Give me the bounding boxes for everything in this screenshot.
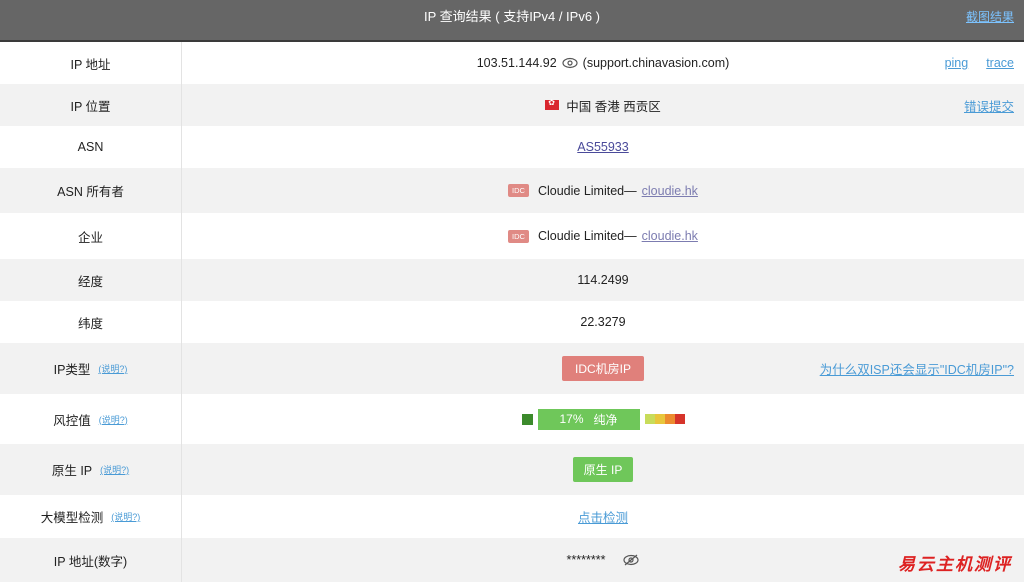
location-value: 中国 香港 西贡区 bbox=[566, 99, 661, 114]
risk-score-bar: 17% 纯净 bbox=[537, 408, 640, 430]
row-asn-owner: ASN 所有者 IDC Cloudie Limited— cloudie.hk bbox=[0, 168, 1024, 213]
trace-link[interactable]: trace bbox=[986, 56, 1014, 70]
row-label: IP类型 bbox=[53, 363, 91, 377]
row-ip-address: IP 地址 103.51.144.92 (support.chinavasion… bbox=[0, 42, 1024, 84]
click-detect-link[interactable]: 点击检测 bbox=[578, 507, 628, 526]
row-label: 纬度 bbox=[0, 301, 182, 343]
row-llm-detect: 大模型检测 (说明?) 点击检测 bbox=[0, 495, 1024, 538]
help-link[interactable]: (说明?) bbox=[99, 413, 128, 426]
report-error-link[interactable]: 错误提交 bbox=[964, 96, 1014, 115]
company-domain-link[interactable]: cloudie.hk bbox=[642, 229, 698, 243]
row-label: 大模型检测 bbox=[40, 511, 104, 525]
idc-badge: IDC bbox=[508, 229, 529, 243]
why-idc-link[interactable]: 为什么双ISP还会显示"IDC机房IP"? bbox=[820, 359, 1014, 378]
idc-badge: IDC bbox=[508, 184, 529, 197]
row-label: 经度 bbox=[0, 259, 182, 301]
help-link[interactable]: (说明?) bbox=[98, 362, 127, 375]
ping-link[interactable]: ping bbox=[945, 56, 969, 70]
row-ip-numeric: IP 地址(数字) ******** bbox=[0, 538, 1024, 582]
row-label: IP 地址 bbox=[0, 42, 182, 84]
risk-scale-segment bbox=[644, 414, 655, 424]
row-label: IP 位置 bbox=[0, 84, 182, 126]
asn-owner-name: Cloudie Limited— bbox=[537, 183, 637, 198]
risk-scale-segment bbox=[654, 414, 665, 424]
risk-scale-segment bbox=[674, 414, 685, 424]
eye-icon[interactable] bbox=[562, 57, 578, 69]
row-asn: ASN AS55933 bbox=[0, 126, 1024, 168]
row-latitude: 纬度 22.3279 bbox=[0, 301, 1024, 343]
longitude-value: 114.2499 bbox=[577, 273, 629, 287]
asn-owner-domain-link[interactable]: cloudie.hk bbox=[642, 184, 698, 198]
native-ip-badge: 原生 IP bbox=[572, 457, 634, 482]
row-label: 原生 IP bbox=[51, 464, 93, 478]
asn-link[interactable]: AS55933 bbox=[577, 140, 628, 154]
row-risk-score: 风控值 (说明?) 17% 纯净 bbox=[0, 394, 1024, 444]
page-title: IP 查询结果 ( 支持IPv4 / IPv6 ) bbox=[423, 9, 600, 24]
hostname-value: (support.chinavasion.com) bbox=[582, 56, 730, 70]
risk-scale-strip bbox=[644, 414, 685, 424]
ip-value: 103.51.144.92 bbox=[476, 56, 557, 70]
row-native-ip: 原生 IP (说明?) 原生 IP bbox=[0, 444, 1024, 495]
ip-type-badge: IDC机房IP bbox=[561, 356, 644, 381]
row-label: 风控值 bbox=[53, 413, 91, 428]
ip-numeric-value: ******** bbox=[566, 553, 606, 567]
risk-scale-segment bbox=[664, 414, 675, 424]
screenshot-result-link[interactable]: 截图结果 bbox=[966, 0, 1014, 34]
row-label: ASN bbox=[0, 126, 182, 168]
eye-off-icon[interactable] bbox=[623, 554, 640, 566]
company-name: Cloudie Limited— bbox=[537, 229, 637, 243]
row-ip-location: IP 位置 中国 香港 西贡区 错误提交 bbox=[0, 84, 1024, 126]
row-ip-type: IP类型 (说明?) IDC机房IP 为什么双ISP还会显示"IDC机房IP"? bbox=[0, 343, 1024, 394]
row-label: IP 地址(数字) bbox=[0, 538, 182, 582]
watermark: 易云主机测评 bbox=[898, 555, 1012, 575]
risk-percent: 17% bbox=[559, 412, 584, 426]
latitude-value: 22.3279 bbox=[580, 315, 626, 329]
row-longitude: 经度 114.2499 bbox=[0, 259, 1024, 301]
risk-indicator-swatch bbox=[521, 413, 533, 425]
risk-text: 纯净 bbox=[593, 412, 618, 427]
help-link[interactable]: (说明?) bbox=[100, 463, 129, 476]
row-label: ASN 所有者 bbox=[0, 168, 182, 213]
row-company: 企业 IDC Cloudie Limited— cloudie.hk bbox=[0, 213, 1024, 259]
row-label: 企业 bbox=[0, 213, 182, 259]
result-header: IP 查询结果 ( 支持IPv4 / IPv6 ) 截图结果 bbox=[0, 0, 1024, 42]
hong-kong-flag-icon bbox=[545, 98, 560, 110]
help-link[interactable]: (说明?) bbox=[111, 510, 140, 523]
